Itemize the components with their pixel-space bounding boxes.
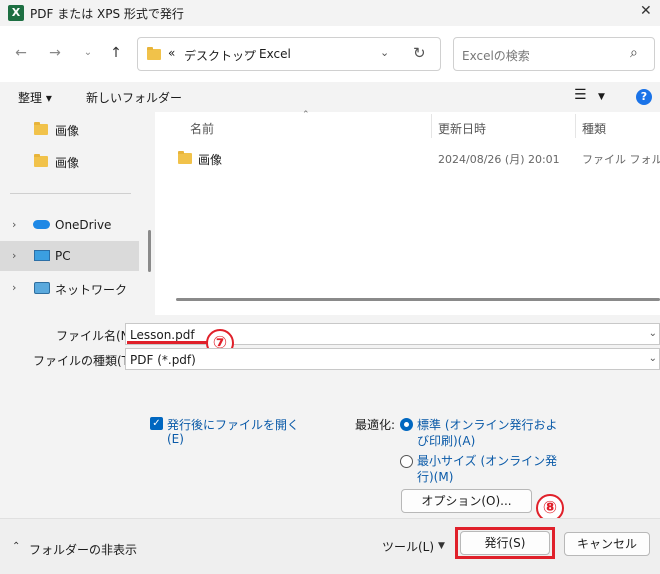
column-divider[interactable] — [575, 114, 576, 138]
optimize-standard-radio[interactable] — [400, 418, 413, 431]
sidebar-item-images-1[interactable]: 画像 — [0, 114, 139, 144]
open-after-publish-checkbox[interactable]: ✓ — [150, 417, 163, 430]
sidebar-item-label: OneDrive — [55, 218, 112, 232]
search-icon[interactable]: ⌕ — [630, 45, 638, 61]
refresh-icon[interactable]: ↻ — [413, 44, 426, 62]
recent-chevron-icon[interactable]: ⌄ — [78, 43, 98, 63]
sidebar-item-images-2[interactable]: 画像 — [0, 146, 139, 176]
horizontal-scrollbar[interactable] — [176, 298, 660, 301]
annotation-underline — [127, 341, 207, 344]
close-icon[interactable]: ✕ — [640, 3, 652, 19]
address-bar[interactable]: « デスクトップ › Excel ⌄ ↻ — [137, 37, 441, 71]
column-header-name[interactable]: 名前 — [190, 120, 214, 137]
open-after-publish-label[interactable]: 発行後にファイルを開く — [167, 416, 299, 433]
folder-icon — [34, 122, 48, 135]
view-dropdown-icon[interactable]: ▼ — [598, 92, 605, 102]
excel-icon: X — [8, 5, 24, 21]
filetype-value: PDF (*.pdf) — [130, 353, 196, 367]
folder-icon — [34, 154, 48, 167]
sidebar-item-label: ネットワーク — [55, 283, 128, 297]
sidebar-item-label: 画像 — [55, 156, 80, 170]
sidebar-item-label: 画像 — [55, 124, 80, 138]
optimize-minimum-radio[interactable] — [400, 455, 413, 468]
sidebar-item-onedrive[interactable]: › OneDrive — [0, 210, 139, 240]
breadcrumb-prefix: « — [168, 46, 176, 60]
folder-icon — [178, 151, 192, 164]
publish-button[interactable]: 発行(S) — [460, 531, 550, 555]
optimize-minimum-label-2[interactable]: 行)(M) — [417, 468, 453, 485]
file-type: ファイル フォルダー — [582, 153, 660, 166]
filetype-select[interactable]: PDF (*.pdf) ⌄ — [125, 348, 660, 370]
cancel-button[interactable]: キャンセル — [564, 532, 650, 556]
optimize-standard-label[interactable]: 標準 (オンライン発行およ — [417, 416, 558, 433]
column-divider[interactable] — [431, 114, 432, 138]
sidebar-divider — [10, 193, 131, 194]
tools-dropdown-icon[interactable]: ▼ — [438, 541, 445, 551]
chevron-down-icon[interactable]: ⌄ — [380, 46, 389, 59]
optimize-standard-label-2[interactable]: び印刷)(A) — [417, 432, 475, 449]
file-list — [155, 112, 660, 315]
view-list-icon[interactable]: ☰ — [574, 87, 587, 103]
up-arrow-icon[interactable]: ↑ — [106, 43, 126, 63]
column-header-modified[interactable]: 更新日時 — [438, 120, 486, 137]
sort-up-icon: ⌃ — [302, 110, 310, 120]
tools-button[interactable]: ツール(L) — [382, 538, 434, 555]
chevron-right-icon[interactable]: › — [12, 218, 16, 231]
sidebar-item-label: PC — [55, 249, 71, 263]
chevron-right-icon[interactable]: › — [12, 249, 16, 262]
network-icon — [34, 282, 50, 294]
optimize-minimum-label[interactable]: 最小サイズ (オンライン発 — [417, 452, 557, 469]
breadcrumb-excel[interactable]: Excel — [259, 47, 291, 61]
window-title: PDF または XPS 形式で発行 — [30, 7, 184, 21]
pc-icon — [34, 250, 50, 261]
options-button[interactable]: オプション(O)... — [401, 489, 532, 513]
table-row[interactable]: 画像 2024/08/26 (月) 20:01 ファイル フォルダー — [176, 146, 660, 170]
open-after-publish-label-2[interactable]: (E) — [167, 432, 184, 446]
column-header-type[interactable]: 種類 — [582, 120, 606, 137]
chevron-down-icon[interactable]: ⌄ — [649, 328, 657, 339]
filetype-label: ファイルの種類(T): — [33, 354, 138, 368]
folder-icon — [147, 47, 161, 60]
hide-folders-button[interactable]: フォルダーの非表示 — [29, 541, 137, 558]
forward-arrow-icon[interactable]: → — [45, 43, 65, 63]
optimize-label: 最適化: — [355, 418, 396, 432]
new-folder-button[interactable]: 新しいフォルダー — [86, 89, 182, 106]
help-icon[interactable]: ? — [636, 89, 652, 105]
cloud-icon — [33, 220, 50, 229]
file-name: 画像 — [198, 153, 223, 167]
organize-button[interactable]: 整理 ▾ — [18, 89, 52, 106]
chevron-right-icon[interactable]: › — [12, 281, 16, 294]
filename-value[interactable]: Lesson.pdf — [130, 328, 195, 342]
chevron-down-icon[interactable]: ⌄ — [649, 353, 657, 364]
navigation-scrollbar[interactable] — [148, 230, 151, 272]
file-modified: 2024/08/26 (月) 20:01 — [438, 153, 560, 166]
sidebar-item-network[interactable]: › ネットワーク — [0, 273, 139, 303]
search-input[interactable]: Excelの検索 — [462, 47, 530, 64]
sidebar-item-pc[interactable]: › PC — [0, 241, 139, 271]
back-arrow-icon[interactable]: ← — [11, 43, 31, 63]
chevron-up-icon[interactable]: ⌃ — [12, 541, 20, 552]
search-box[interactable]: Excelの検索 ⌕ — [453, 37, 655, 71]
chevron-right-icon: › — [244, 46, 249, 60]
